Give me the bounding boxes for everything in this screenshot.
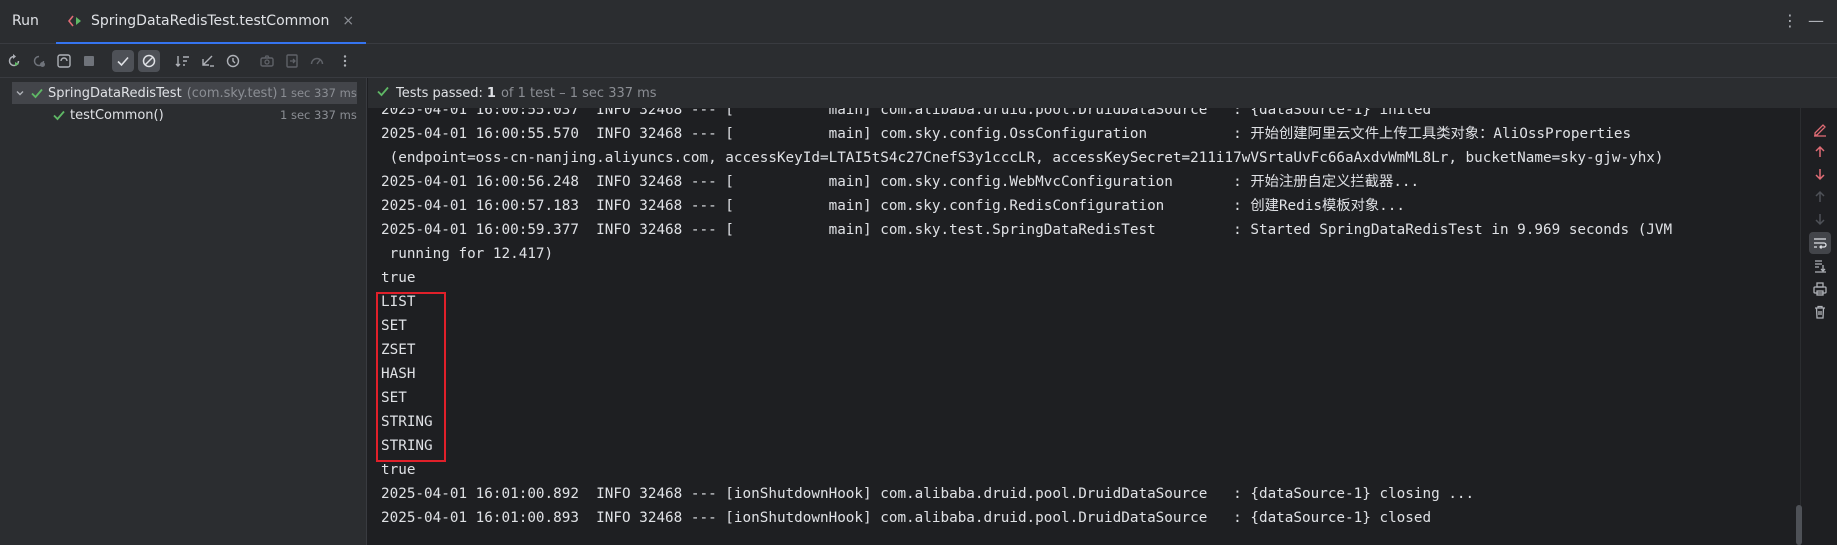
more-vertical-icon <box>343 55 347 67</box>
console-line: 2025-04-01 16:00:55.037 INFO 32468 --- [… <box>381 108 1432 118</box>
console-scrollbar[interactable] <box>1796 505 1802 545</box>
print-button[interactable] <box>1809 278 1831 300</box>
console-side-toolbar <box>1800 108 1837 545</box>
auto-test-icon <box>57 54 71 68</box>
console-lines: 2025-04-01 16:00:55.037 INFO 32468 --- [… <box>381 108 1672 530</box>
run-title: Run <box>12 13 39 29</box>
console-line: SET <box>381 390 407 406</box>
console-line: (endpoint=oss-cn-nanjing.aliyuncs.com, a… <box>381 150 1664 166</box>
test-history-button[interactable] <box>222 50 244 72</box>
console-line: STRING <box>381 414 433 430</box>
check-icon <box>117 56 129 67</box>
close-icon[interactable]: × <box>342 13 354 29</box>
trash-icon <box>1815 305 1825 319</box>
tree-item-test-common[interactable]: testCommon() 1 sec 337 ms <box>12 104 357 126</box>
run-tool-window-header: Run SpringDataRedisTest.testCommon × ⋮ — <box>0 0 1837 44</box>
chevron-down-icon[interactable] <box>12 88 28 98</box>
show-passed-button[interactable] <box>112 50 134 72</box>
tests-passed-count: 1 <box>486 85 496 101</box>
arrow-down-icon <box>1815 214 1825 226</box>
console-line: SET <box>381 318 407 334</box>
console-line: HASH <box>381 366 416 382</box>
tab-label: SpringDataRedisTest.testCommon <box>91 13 330 29</box>
console-line: 2025-04-01 16:00:57.183 INFO 32468 --- [… <box>381 198 1405 214</box>
stop-icon <box>84 56 94 66</box>
console-line: true <box>381 270 416 286</box>
more-options-icon[interactable]: ⋮ <box>1782 11 1798 30</box>
rerun-failed-icon <box>33 55 45 67</box>
rerun-button[interactable] <box>3 50 25 72</box>
up-disabled-button[interactable] <box>1809 186 1831 208</box>
sort-by-duration-button[interactable] <box>197 50 219 72</box>
ignored-icon <box>142 54 156 68</box>
console-output[interactable]: 2025-04-01 16:00:55.037 INFO 32468 --- [… <box>368 108 1800 545</box>
import-tests-button[interactable] <box>281 50 303 72</box>
console-line: true <box>381 462 416 478</box>
sort-duration-icon <box>202 55 214 67</box>
next-occurrence-button[interactable] <box>1809 163 1831 185</box>
console-line: ZSET <box>381 342 416 358</box>
coverage-button[interactable] <box>306 50 328 72</box>
rerun-failed-button[interactable] <box>28 50 50 72</box>
clear-highlight-button[interactable] <box>1809 118 1831 140</box>
tree-item-duration: 1 sec 337 ms <box>280 86 357 100</box>
console-line: 2025-04-01 16:00:56.248 INFO 32468 --- [… <box>381 174 1420 190</box>
tree-item-package: (com.sky.test) <box>186 85 278 101</box>
console-line: STRING <box>381 438 433 454</box>
tree-item-duration: 1 sec 337 ms <box>280 108 357 122</box>
tree-item-spring-data-redis-test[interactable]: SpringDataRedisTest (com.sky.test) 1 sec… <box>12 82 357 104</box>
sort-icon <box>175 56 189 67</box>
run-toolbar <box>0 44 1837 78</box>
toggle-auto-test-button[interactable] <box>53 50 75 72</box>
test-results-tree: SpringDataRedisTest (com.sky.test) 1 sec… <box>0 78 367 545</box>
console-line: 2025-04-01 16:00:59.377 INFO 32468 --- [… <box>381 222 1673 238</box>
highlight-annotation-box <box>376 292 446 462</box>
tree-item-label: testCommon() <box>70 107 164 123</box>
printer-icon <box>1813 282 1827 296</box>
passed-check-icon <box>376 84 390 102</box>
console-line: 2025-04-01 16:00:55.570 INFO 32468 --- [… <box>381 126 1632 142</box>
arrow-up-icon <box>1815 145 1825 157</box>
tests-passed-label: Tests passed: <box>396 85 483 101</box>
scroll-to-end-icon <box>1815 260 1826 273</box>
down-disabled-button[interactable] <box>1809 208 1831 230</box>
console-line: 2025-04-01 16:01:00.892 INFO 32468 --- [… <box>381 486 1475 502</box>
soft-wrap-button[interactable] <box>1809 232 1831 254</box>
clock-icon <box>226 54 240 68</box>
gauge-icon <box>310 57 324 65</box>
pencil-icon <box>1814 124 1826 137</box>
passed-check-icon <box>50 108 68 122</box>
show-ignored-button[interactable] <box>138 50 160 72</box>
import-icon <box>286 54 298 68</box>
console-line: running for 12.417) <box>381 246 554 262</box>
console-line: LIST <box>381 294 416 310</box>
previous-occurrence-button[interactable] <box>1809 141 1831 163</box>
clear-all-button[interactable] <box>1809 301 1831 323</box>
arrow-down-icon <box>1815 169 1825 181</box>
scroll-to-end-button[interactable] <box>1809 255 1831 277</box>
arrow-up-icon <box>1815 190 1825 202</box>
more-actions-button[interactable] <box>334 50 356 72</box>
console-line: 2025-04-01 16:01:00.893 INFO 32468 --- [… <box>381 510 1432 526</box>
snapshot-button[interactable] <box>256 50 278 72</box>
sort-alphabetically-button[interactable] <box>172 50 194 72</box>
test-config-icon <box>68 13 84 29</box>
camera-icon <box>260 55 274 67</box>
passed-check-icon <box>28 86 46 100</box>
test-status-bar: Tests passed: 1 of 1 test – 1 sec 337 ms <box>368 78 1837 108</box>
rerun-icon <box>8 54 20 67</box>
tab-spring-data-redis-test[interactable]: SpringDataRedisTest.testCommon × <box>56 0 367 44</box>
tests-passed-summary: of 1 test – 1 sec 337 ms <box>500 85 657 101</box>
tree-item-label: SpringDataRedisTest <box>48 85 182 101</box>
minimize-icon[interactable]: — <box>1808 11 1824 30</box>
soft-wrap-icon <box>1814 238 1827 249</box>
stop-button[interactable] <box>78 50 100 72</box>
